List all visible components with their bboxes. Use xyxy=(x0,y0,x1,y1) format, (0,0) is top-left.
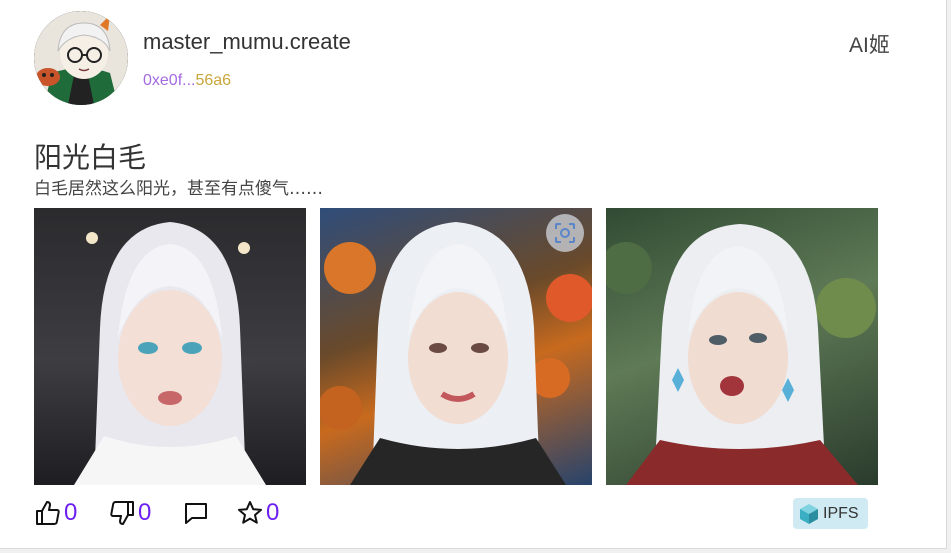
post-title: 阳光白毛 xyxy=(34,141,147,174)
post-image-2[interactable] xyxy=(320,208,592,485)
star-icon xyxy=(238,501,262,524)
post-description: 白毛居然这么阳光，甚至有点傻气…… xyxy=(34,179,323,199)
address-prefix: 0xe0f... xyxy=(143,72,196,89)
avatar[interactable] xyxy=(34,11,128,105)
thumbs-up-icon xyxy=(36,501,60,525)
image-zoom-button[interactable] xyxy=(546,214,584,252)
category-tag[interactable]: AI姬 xyxy=(849,29,890,59)
thumbs-down-icon xyxy=(110,501,134,525)
author-wallet-address[interactable]: 0xe0f...56a6 xyxy=(143,72,231,90)
like-button[interactable]: 0 xyxy=(34,497,77,529)
cube-icon xyxy=(800,503,818,524)
ipfs-label: IPFS xyxy=(823,504,859,522)
dislike-count: 0 xyxy=(138,499,152,526)
post-image-1[interactable] xyxy=(34,208,306,485)
favorite-count: 0 xyxy=(266,499,280,526)
scan-icon xyxy=(555,223,575,243)
post-image-3[interactable] xyxy=(606,208,878,485)
comment-button[interactable] xyxy=(182,497,210,529)
author-username[interactable]: master_mumu.create xyxy=(143,29,351,55)
address-suffix: 56a6 xyxy=(195,72,232,89)
ipfs-badge[interactable]: IPFS xyxy=(793,498,868,529)
comment-icon xyxy=(185,503,207,524)
dislike-button[interactable]: 0 xyxy=(108,497,151,529)
post-card: master_mumu.create 0xe0f...56a6 AI姬 阳光白毛… xyxy=(0,0,947,549)
favorite-button[interactable]: 0 xyxy=(236,497,279,529)
like-count: 0 xyxy=(64,499,78,526)
